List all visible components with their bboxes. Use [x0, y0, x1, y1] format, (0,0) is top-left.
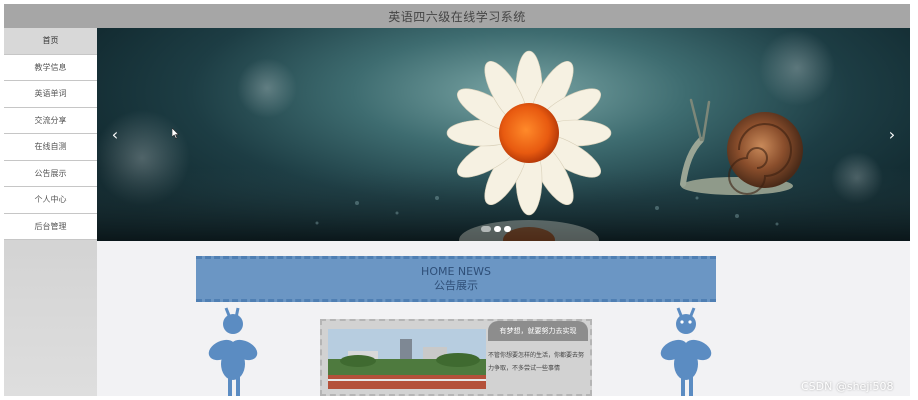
carousel-dot[interactable] — [481, 226, 491, 232]
carousel-next-button[interactable]: › — [882, 124, 902, 144]
banner-image — [97, 30, 910, 241]
sidebar-item-home[interactable]: 首页 — [4, 28, 97, 55]
sidebar-item-self-test[interactable]: 在线自测 — [4, 134, 97, 161]
banner-carousel[interactable]: ‹ › — [97, 28, 910, 241]
carousel-indicators — [481, 226, 511, 232]
chevron-right-icon: › — [888, 124, 896, 144]
sidebar-item-announcements[interactable]: 公告展示 — [4, 160, 97, 187]
sidebar-item-profile[interactable]: 个人中心 — [4, 187, 97, 214]
mouse-cursor-icon — [172, 128, 180, 139]
mascot-right-icon — [660, 307, 712, 396]
news-card-excerpt: 不管你想要怎样的生活，你都要去努力争取，不多尝试一些事情 — [488, 352, 585, 372]
carousel-dot-active[interactable] — [494, 226, 501, 232]
chevron-left-icon: ‹ — [111, 124, 119, 144]
news-card-title[interactable]: 有梦想，就要努力去实现 — [488, 321, 588, 341]
watermark: CSDN @sheji508 — [801, 380, 894, 393]
sidebar-item-admin[interactable]: 后台管理 — [4, 213, 97, 240]
sidebar-nav: 首页 教学信息 英语单词 交流分享 在线自测 公告展示 个人中心 后台管理 — [4, 28, 97, 396]
home-news-heading: HOME NEWS 公告展示 — [196, 256, 716, 302]
carousel-dot[interactable] — [504, 226, 511, 232]
sidebar-item-english-words[interactable]: 英语单词 — [4, 81, 97, 108]
sidebar-item-share[interactable]: 交流分享 — [4, 107, 97, 134]
snail-shape — [680, 98, 803, 195]
news-heading-cn: 公告展示 — [434, 279, 478, 292]
page-header: 英语四六级在线学习系统 — [4, 4, 910, 28]
carousel-prev-button[interactable]: ‹ — [105, 124, 125, 144]
news-heading-en: HOME NEWS — [421, 265, 491, 278]
news-card-photo — [328, 329, 486, 389]
page-title: 英语四六级在线学习系统 — [388, 9, 526, 24]
mascot-left-icon — [208, 307, 258, 396]
app-frame: 英语四六级在线学习系统 首页 教学信息 英语单词 交流分享 在线自测 公告展示 … — [4, 4, 910, 396]
sidebar-item-teaching-info[interactable]: 教学信息 — [4, 54, 97, 81]
news-card[interactable]: 有梦想，就要努力去实现 不管你想要怎样的生活，你都要去努力争取，不多尝试一些事情 — [320, 319, 592, 396]
